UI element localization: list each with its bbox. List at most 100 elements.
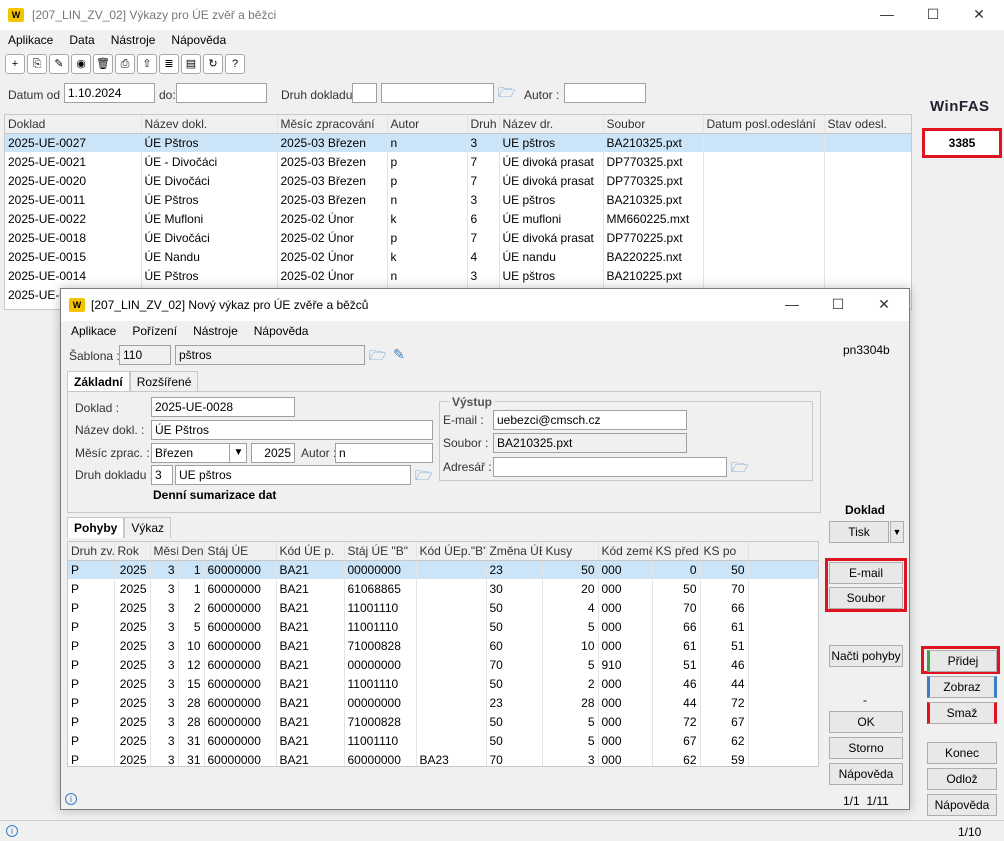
dialog-menu-porizeni[interactable]: Pořízení [124, 321, 185, 341]
maximize-icon[interactable]: ☐ [910, 6, 956, 23]
column-header[interactable]: Stav odesl. [824, 115, 911, 134]
email-button[interactable]: E-mail [829, 562, 903, 584]
dir-folder-icon[interactable]: 🗁 [731, 459, 749, 475]
moves-column-header[interactable]: Druh zv. [68, 542, 115, 561]
moves-column-header[interactable]: Stáj ÚE [204, 542, 277, 561]
dir-input[interactable] [493, 457, 727, 477]
column-header[interactable]: Název dokl. [141, 115, 278, 134]
dialog-author-input[interactable]: n [335, 443, 433, 463]
tab-rozsirene[interactable]: Rozšířené [129, 371, 199, 392]
dialog-menu-aplikace[interactable]: Aplikace [63, 321, 124, 341]
moves-row[interactable]: P 2025 3 12 60000000 BA21 00000000 70 5 910 51 46 [68, 655, 818, 674]
template-name-input[interactable]: pštros [175, 345, 365, 365]
doctype-code-input[interactable]: 3 [151, 465, 173, 485]
column-header[interactable]: Autor [387, 115, 468, 134]
defer-button[interactable]: Odlož [927, 768, 997, 790]
moves-column-header[interactable]: Kusy [542, 542, 599, 561]
end-button[interactable]: Konec [927, 742, 997, 764]
load-moves-button[interactable]: Načti pohyby [829, 645, 903, 667]
name-input[interactable]: ÚE Pštros [151, 420, 433, 440]
moves-row[interactable]: P 2025 3 28 60000000 BA21 71000828 50 5 000 72 67 [68, 712, 818, 731]
cancel-button[interactable]: Storno [829, 737, 903, 759]
tab-pohyby[interactable]: Pohyby [67, 517, 125, 538]
file-button[interactable]: Soubor [829, 587, 903, 609]
print-dropdown-icon[interactable]: ▼ [890, 521, 904, 543]
view-button[interactable]: Zobraz [927, 676, 997, 698]
moves-row[interactable]: P 2025 3 15 60000000 BA21 11001110 50 2 000 46 44 [68, 674, 818, 693]
file-input[interactable]: BA210325.pxt [493, 433, 687, 453]
column-header[interactable]: Název dr. [499, 115, 604, 134]
table-row[interactable]: 2025-UE-0011 ÚE Pštros 2025-03 Březen n 3 UE … [5, 190, 911, 209]
help-icon[interactable]: ? [225, 54, 245, 74]
table-row[interactable]: 2025-UE-0027 ÚE Pštros 2025-03 Březen n 3 UE … [5, 133, 911, 152]
moves-row[interactable]: P 2025 3 10 60000000 BA21 71000828 60 10 000 61 51 [68, 636, 818, 655]
moves-row[interactable]: P 2025 3 31 60000000 BA21 11001110 50 5 000 67 62 [68, 731, 818, 750]
email-input[interactable]: uebezci@cmsch.cz [493, 410, 687, 430]
table-row[interactable]: 2025-UE-0018 ÚE Divočáci 2025-02 Únor p 7 ÚE … [5, 228, 911, 247]
help-button[interactable]: Nápověda [927, 794, 997, 816]
moves-row[interactable]: P 2025 3 2 60000000 BA21 11001110 50 4 000 70 66 [68, 598, 818, 617]
moves-column-header[interactable]: Rok [114, 542, 151, 561]
doc-type-code-input[interactable] [352, 83, 377, 103]
moves-row[interactable]: P 2025 3 1 60000000 BA21 61068865 30 20 000 50 70 [68, 579, 818, 598]
minimize-icon[interactable]: — [864, 6, 910, 22]
delete-icon[interactable]: 🗑 [93, 54, 113, 74]
table-row[interactable]: 2025-UE-0014 ÚE Pštros 2025-02 Únor n 3 UE pš… [5, 266, 911, 285]
copy-icon[interactable]: ⎘ [27, 54, 47, 74]
doctype-folder-icon[interactable]: 🗁 [415, 467, 433, 483]
moves-column-header[interactable]: Stáj ÚE "B" [344, 542, 417, 561]
folder-open-icon[interactable]: 🗁 [498, 84, 516, 100]
table-row[interactable]: 2025-UE-0021 ÚE - Divočáci 2025-03 Březen p… [5, 152, 911, 171]
refresh-icon[interactable]: ↻ [203, 54, 223, 74]
dialog-maximize-icon[interactable]: ☐ [815, 296, 861, 313]
tab-zakladni[interactable]: Základní [67, 371, 130, 392]
view-icon[interactable]: ◉ [71, 54, 91, 74]
column-header[interactable]: Doklad [5, 115, 142, 134]
author-input[interactable] [564, 83, 646, 103]
add-button[interactable]: Přidej [927, 650, 997, 672]
doc-type-name-input[interactable] [381, 83, 494, 103]
export-icon[interactable]: ⇧ [137, 54, 157, 74]
template-folder-icon[interactable]: 🗁 [369, 347, 387, 363]
column-header[interactable]: Soubor [603, 115, 704, 134]
moves-column-header[interactable]: KS po [700, 542, 749, 561]
year-input[interactable]: 2025 [251, 443, 295, 463]
moves-column-header[interactable]: KS před [652, 542, 701, 561]
column-header[interactable]: Druh [467, 115, 500, 134]
dialog-close-icon[interactable]: ✕ [861, 296, 907, 313]
print-icon[interactable]: ⎙ [115, 54, 135, 74]
dialog-menu-nastroje[interactable]: Nástroje [185, 321, 246, 341]
table-row[interactable]: 2025-UE-0020 ÚE Divočáci 2025-03 Březen p 7 Ú… [5, 171, 911, 190]
moves-column-header[interactable]: Kód země [598, 542, 653, 561]
moves-column-header[interactable]: Kód ÚEp."B" [416, 542, 487, 561]
close-icon[interactable]: ✕ [956, 6, 1002, 23]
edit-icon[interactable]: ✎ [49, 54, 69, 74]
tab-vykaz[interactable]: Výkaz [124, 517, 172, 538]
columns-icon[interactable]: ▤ [181, 54, 201, 74]
table-row[interactable]: 2025-UE-0022 ÚE Mufloni 2025-02 Únor k 6 ÚE m… [5, 209, 911, 228]
dialog-menu-napoveda[interactable]: Nápověda [246, 321, 317, 341]
moves-row[interactable]: P 2025 3 28 60000000 BA21 00000000 23 28 000 44 72 [68, 693, 818, 712]
add-icon[interactable]: + [5, 54, 25, 74]
ok-button[interactable]: OK [829, 711, 903, 733]
template-edit-icon[interactable]: ✎ [393, 346, 405, 363]
moves-row[interactable]: P 2025 3 5 60000000 BA21 11001110 50 5 000 66 61 [68, 617, 818, 636]
date-to-input[interactable] [176, 83, 267, 103]
doc-input[interactable]: 2025-UE-0028 [151, 397, 295, 417]
template-code-input[interactable]: 110 [119, 345, 171, 365]
moves-row[interactable]: P 2025 3 1 60000000 BA21 00000000 23 50 000 0 50 [68, 560, 818, 579]
moves-column-header[interactable]: Měsíc [150, 542, 179, 561]
moves-column-header[interactable]: Kód ÚE p. [276, 542, 345, 561]
date-from-input[interactable]: 1.10.2024 [64, 83, 155, 103]
dialog-help-button[interactable]: Nápověda [829, 763, 903, 785]
column-header[interactable]: Datum posl.odeslání [703, 115, 825, 134]
moves-column-header[interactable]: Den [178, 542, 205, 561]
list-icon[interactable]: ≣ [159, 54, 179, 74]
print-button[interactable]: Tisk [829, 521, 889, 543]
menu-nastroje[interactable]: Nástroje [103, 30, 164, 50]
moves-column-header[interactable]: Změna ÚE [486, 542, 543, 561]
chevron-down-icon[interactable]: ▼ [229, 443, 247, 463]
moves-row[interactable]: P 2025 3 31 60000000 BA21 60000000 BA23 70 3 000 62… [68, 750, 818, 766]
menu-aplikace[interactable]: Aplikace [0, 30, 61, 50]
menu-napoveda[interactable]: Nápověda [163, 30, 234, 50]
